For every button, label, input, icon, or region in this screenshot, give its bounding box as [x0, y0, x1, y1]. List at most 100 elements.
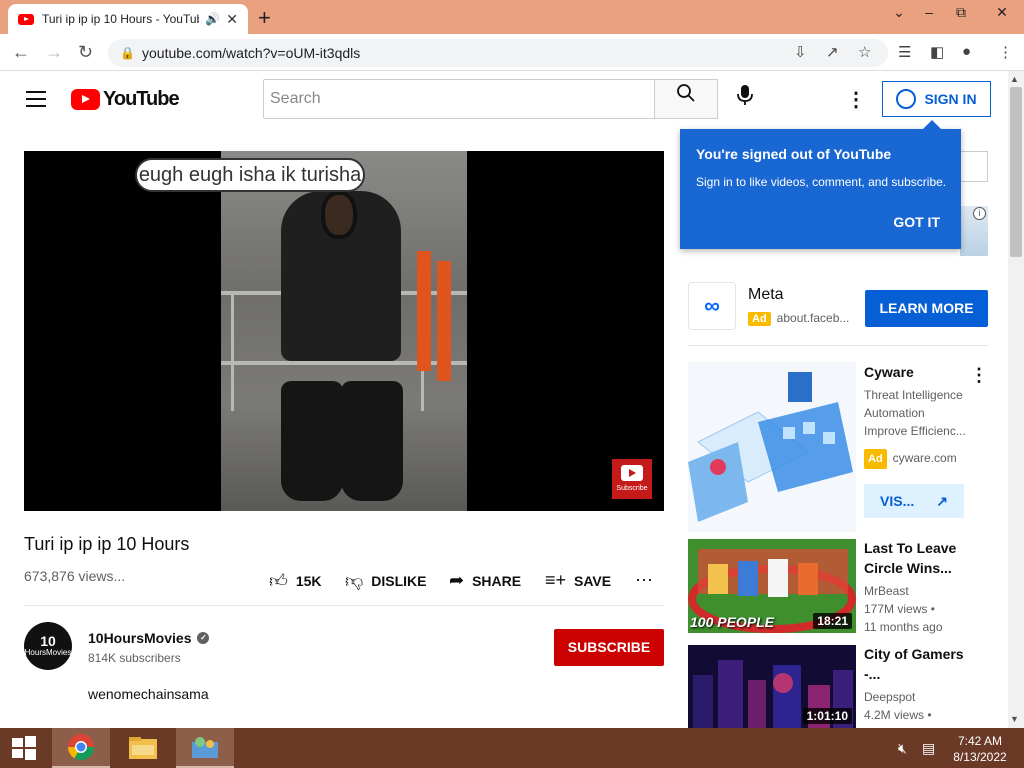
install-icon[interactable]: ⇩ [794, 43, 807, 61]
profile-icon[interactable]: ● [962, 43, 971, 60]
microphone-icon [737, 85, 753, 105]
ad-url-text: cyware.com [892, 451, 957, 465]
like-count: 15K [295, 573, 322, 589]
scroll-down-icon[interactable]: ▼ [1010, 714, 1019, 724]
share-label: SHARE [472, 572, 522, 589]
share-icon: ➦ [449, 570, 465, 590]
visit-label: VIS... [880, 493, 915, 509]
view-count: 4.2M views • [864, 708, 932, 722]
address-bar[interactable]: 🔒 youtube.com/watch?v=oUM-it3qdls [108, 39, 888, 67]
lock-icon[interactable]: 🔒 [120, 39, 135, 67]
start-button[interactable] [0, 728, 48, 768]
chrome-icon [67, 734, 95, 761]
popup-heading: You're signed out of YouTube [696, 146, 892, 162]
menu-icon[interactable] [26, 91, 46, 112]
recommendation-title-line[interactable]: City of Gamers [864, 644, 984, 664]
ad-info-icon[interactable]: i [973, 207, 986, 220]
video-player[interactable] [24, 151, 664, 511]
channel-name-label: 10HoursMovies [88, 630, 192, 646]
volume-muted-icon[interactable]: 🔇︎ [898, 740, 907, 757]
taskbar-app[interactable] [176, 728, 234, 768]
folder-icon [129, 737, 157, 759]
speaker-icon[interactable]: 🔊 [205, 12, 220, 26]
upload-age: 11 months ago [864, 620, 943, 634]
forward-icon[interactable]: → [45, 42, 63, 63]
settings-more-icon[interactable]: ⋮ [846, 87, 866, 112]
learn-more-button[interactable]: LEARN MORE [865, 290, 988, 327]
side-panel-icon[interactable]: ◧ [930, 43, 944, 61]
ad-search-field[interactable] [960, 151, 988, 182]
voice-search-button[interactable] [730, 84, 760, 114]
view-count: 177M views • [864, 602, 935, 616]
taskbar-clock[interactable]: 7:42 AM 8/13/2022 [948, 733, 1012, 765]
browser-tab[interactable]: Turi ip ip ip 10 Hours - YouTube 🔊 ✕ [8, 4, 248, 34]
sign-in-button[interactable]: SIGN IN [882, 81, 991, 117]
dislike-label: DISLIKE [371, 573, 427, 589]
video-description[interactable]: wenomechainsama [88, 686, 209, 702]
more-options-icon[interactable]: ⋮ [970, 365, 988, 386]
share-button[interactable]: ➦ SHARE [449, 570, 521, 591]
meta-logo-icon[interactable]: ∞ [688, 282, 736, 330]
ad-description-line: Threat Intelligence [864, 388, 963, 402]
search-button[interactable] [654, 79, 718, 119]
recommendation-title[interactable]: Cyware [864, 362, 984, 382]
close-tab-icon[interactable]: ✕ [226, 11, 238, 28]
close-window-icon[interactable]: ✕ [982, 0, 1022, 24]
ad-badge: Ad [864, 449, 887, 469]
bookmark-star-icon[interactable]: ☆ [858, 43, 871, 61]
browser-toolbar: ← → ↻ 🔒 youtube.com/watch?v=oUM-it3qdls … [0, 34, 1024, 71]
like-button[interactable]: 👍︎ 15K [269, 570, 322, 592]
video-title: Turi ip ip ip 10 Hours [24, 534, 190, 554]
channel-avatar[interactable]: 10 HoursMovies [24, 622, 72, 670]
divider [688, 345, 988, 346]
control-panel-icon [192, 737, 218, 758]
more-actions-button[interactable]: ⋯ [635, 570, 653, 591]
media-control-icon[interactable]: ☰ [898, 43, 911, 61]
reload-icon[interactable]: ↻ [78, 42, 93, 63]
thumbs-down-icon: 👎︎ [345, 571, 364, 591]
channel-name[interactable]: Deepspot [864, 688, 974, 706]
subscribe-button[interactable]: SUBSCRIBE [554, 629, 664, 666]
thumbs-up-icon: 👍︎ [269, 571, 288, 591]
view-count[interactable]: 673,876 views... [24, 568, 125, 584]
new-tab-button[interactable]: + [258, 5, 271, 31]
taskbar-file-explorer[interactable] [114, 728, 172, 768]
taskbar-chrome[interactable] [52, 728, 110, 768]
back-icon[interactable]: ← [12, 42, 30, 63]
scroll-up-icon[interactable]: ▲ [1010, 74, 1019, 84]
chrome-menu-icon[interactable]: ⋮ [998, 43, 1013, 61]
subscribe-watermark[interactable]: Subscribe [612, 459, 652, 499]
divider [24, 605, 664, 606]
recommendation-title-line[interactable]: Last To Leave [864, 538, 984, 558]
ad-url: Ad about.faceb... [748, 311, 849, 326]
recommendation-title-line[interactable]: -... [864, 664, 984, 684]
minimize-icon[interactable]: – [912, 0, 946, 24]
add-to-playlist-icon: ≡+ [545, 570, 567, 590]
tab-search-icon[interactable]: ⌄ [882, 0, 916, 24]
ad-advertiser-name[interactable]: Meta [748, 286, 784, 304]
save-button[interactable]: ≡+ SAVE [545, 570, 611, 591]
youtube-play-icon [621, 465, 643, 481]
video-caption-bubble: eugh eugh isha ik turisha [135, 158, 365, 192]
youtube-logo[interactable]: YouTube [71, 88, 180, 111]
restore-icon[interactable]: ⧉ [944, 0, 978, 24]
recommendation-title-line[interactable]: Circle Wins... [864, 558, 984, 578]
video-thumbnail[interactable]: 1:01:10 [688, 645, 856, 728]
dislike-button[interactable]: 👎︎ DISLIKE [345, 570, 427, 592]
channel-name[interactable]: MrBeast [864, 582, 974, 600]
cyware-thumbnail[interactable] [688, 362, 856, 532]
ad-description-line: Automation [864, 406, 925, 420]
clock-time: 7:42 AM [957, 734, 1003, 748]
subscriber-count: 814K subscribers [88, 651, 181, 665]
channel-name[interactable]: 10HoursMovies ✓ [88, 630, 210, 646]
scrollbar-thumb[interactable] [1010, 87, 1022, 257]
visit-site-button[interactable]: VIS... ↗ [864, 484, 964, 518]
got-it-button[interactable]: GOT IT [893, 214, 940, 230]
search-input[interactable]: Search [263, 79, 655, 119]
video-thumbnail[interactable]: 100 PEOPLE 18:21 [688, 539, 856, 633]
network-icon[interactable]: ▤ [922, 740, 935, 757]
popup-text: Sign in to like videos, comment, and sub… [696, 175, 947, 189]
ad-description-line: Improve Efficienc... [864, 424, 966, 438]
thumbnail-caption: 100 PEOPLE [690, 614, 775, 630]
share-page-icon[interactable]: ↗ [826, 43, 839, 61]
